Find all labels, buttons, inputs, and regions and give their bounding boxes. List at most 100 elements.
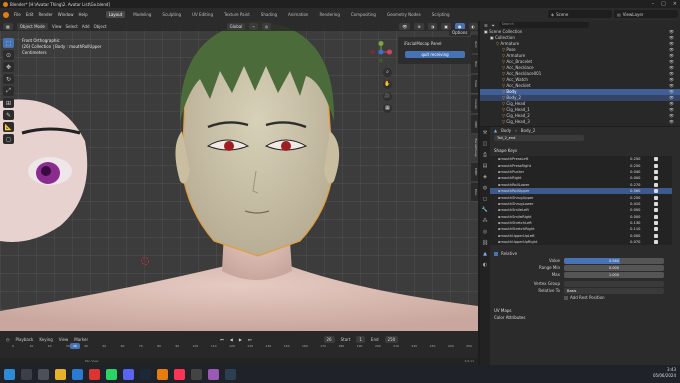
shape-keys-header[interactable]: Shape Keys — [494, 148, 517, 153]
shape-key-value[interactable]: 0.250 — [610, 196, 640, 200]
gizmo-toggle-icon[interactable]: ⊕ — [414, 22, 424, 30]
gizmo-y-axis[interactable] — [378, 41, 384, 46]
scene-tab-icon[interactable]: ◈ — [483, 174, 487, 180]
app-icon[interactable] — [225, 368, 236, 380]
shape-key-value[interactable]: 0.040 — [610, 170, 640, 174]
shape-key-value[interactable]: 0.000 — [610, 234, 640, 238]
tab-texture-paint[interactable]: Texture Paint — [221, 11, 253, 18]
physics-tab-icon[interactable]: ◎ — [483, 229, 487, 235]
jump-end-icon[interactable]: ⏭ — [248, 337, 252, 342]
tab-layout[interactable]: Layout — [105, 11, 126, 18]
premiere-icon[interactable] — [208, 368, 219, 380]
shape-key-value[interactable]: 0.270 — [610, 183, 640, 187]
system-tray[interactable]: 3:43 05/06/2024 — [653, 367, 676, 379]
data-tab-icon[interactable]: ▲ — [483, 251, 487, 257]
file-explorer-icon[interactable] — [55, 368, 66, 380]
object-menu[interactable]: Object — [94, 24, 107, 29]
tab-misc[interactable]: Misc — [471, 183, 478, 201]
navigation-gizmo[interactable] — [370, 41, 392, 63]
shape-key-value[interactable]: 0.130 — [610, 221, 640, 225]
transform-orientation[interactable]: Global — [226, 22, 246, 30]
start-menu-icon[interactable] — [4, 368, 15, 380]
browser-icon[interactable] — [72, 368, 83, 380]
menu-file[interactable]: File — [14, 12, 21, 17]
tab-mmd[interactable]: MMD — [471, 163, 478, 181]
add-cube-icon[interactable]: ◻ — [3, 134, 14, 144]
add-menu[interactable]: Add — [82, 24, 90, 29]
shape-key-mute-checkbox[interactable] — [654, 169, 659, 174]
play-icon[interactable]: ▶ — [239, 337, 242, 342]
annotate-icon[interactable]: ✎ — [3, 110, 14, 120]
tool-tab-icon[interactable]: ⚒ — [483, 130, 487, 136]
view-layer-selector[interactable]: ▤ ViewLayer — [614, 10, 678, 18]
outliner-row[interactable]: ▽ Cig_Head_3 👁 — [480, 119, 680, 125]
shape-key-row[interactable]: ▪ mouthUpperUpRight 0.070 — [480, 239, 672, 245]
visibility-icon[interactable]: 👁 — [399, 22, 411, 30]
world-tab-icon[interactable]: ◍ — [483, 185, 487, 191]
shape-key-mute-checkbox[interactable] — [654, 233, 659, 238]
range-min-field[interactable]: 0.000 — [564, 264, 664, 271]
max-field[interactable]: 1.000 — [564, 271, 664, 278]
shape-key-value[interactable]: 0.250 — [610, 157, 640, 161]
tab-ifacialmocap[interactable]: iFacialMocap — [471, 135, 478, 161]
playhead[interactable]: 26 — [70, 343, 80, 349]
mesh-data-name-field[interactable]: Tail_2_end — [494, 134, 584, 141]
steam-icon[interactable] — [140, 368, 151, 380]
shape-key-value[interactable]: 0.000 — [610, 176, 640, 180]
shape-key-mute-checkbox[interactable] — [654, 214, 659, 219]
search-icon[interactable] — [21, 368, 32, 380]
filter-icon[interactable]: ⏷ — [492, 23, 495, 28]
uv-maps-header[interactable]: UV Maps — [494, 308, 511, 313]
constraint-tab-icon[interactable]: ⛓ — [482, 240, 488, 246]
outliner-editor-icon[interactable]: ☰ — [484, 23, 488, 28]
select-menu[interactable]: Select — [65, 24, 77, 29]
app-icon[interactable] — [191, 368, 202, 380]
keying-menu[interactable]: Keying — [39, 337, 52, 342]
shape-key-value[interactable]: 0.000 — [610, 208, 640, 212]
mode-selector[interactable]: Object Mode — [16, 22, 48, 30]
start-frame-field[interactable]: 1 — [356, 336, 365, 343]
discord-icon[interactable] — [123, 368, 134, 380]
snap-icon[interactable]: ⌁ — [249, 22, 258, 30]
end-frame-field[interactable]: 250 — [384, 336, 399, 343]
timeline-editor-icon[interactable]: ◷ — [6, 337, 10, 342]
render-tab-icon[interactable]: ◫ — [483, 141, 488, 147]
tab-modeling[interactable]: Modeling — [130, 11, 154, 18]
cursor-icon[interactable]: ⊙ — [3, 50, 14, 60]
shape-key-mute-checkbox[interactable] — [654, 189, 659, 194]
shape-key-mute-checkbox[interactable] — [654, 240, 659, 245]
scale-icon[interactable]: ⤢ — [3, 86, 14, 96]
menu-edit[interactable]: Edit — [26, 12, 34, 17]
shape-key-mute-checkbox[interactable] — [654, 163, 659, 168]
modifier-tab-icon[interactable]: 🔧 — [482, 207, 488, 213]
material-tab-icon[interactable]: ◐ — [483, 262, 487, 268]
vertex-group-field[interactable] — [564, 280, 664, 287]
blender-menu-icon[interactable] — [3, 11, 9, 18]
tab-uv-editing[interactable]: UV Editing — [189, 11, 216, 18]
shape-key-value[interactable]: 0.070 — [610, 240, 640, 244]
particles-tab-icon[interactable]: ⁂ — [483, 218, 488, 224]
visibility-icon[interactable]: 👁 — [669, 119, 674, 125]
shape-key-mute-checkbox[interactable] — [654, 157, 659, 162]
app-icon[interactable] — [174, 368, 185, 380]
proportional-edit-icon[interactable]: ◎ — [261, 22, 272, 30]
relative-checkbox[interactable] — [494, 251, 498, 256]
shape-key-mute-checkbox[interactable] — [654, 227, 659, 232]
pan-hand-icon[interactable]: ✋ — [383, 80, 392, 89]
rotate-icon[interactable]: ↻ — [3, 74, 14, 84]
shape-key-value[interactable]: 0.410 — [610, 202, 640, 206]
gizmo-neg-y-axis[interactable] — [379, 58, 383, 63]
scene-selector[interactable]: ◈ Scene — [548, 10, 612, 18]
shape-key-mute-checkbox[interactable] — [654, 195, 659, 200]
output-tab-icon[interactable]: ⎙ — [483, 152, 487, 158]
camera-icon[interactable]: 🎥 — [383, 92, 392, 101]
color-attributes-header[interactable]: Color Attributes — [494, 315, 525, 320]
tab-item[interactable]: Item — [471, 35, 478, 53]
shape-key-mute-checkbox[interactable] — [654, 221, 659, 226]
task-view-icon[interactable] — [38, 368, 49, 380]
tab-animation[interactable]: Animation — [285, 11, 311, 18]
zoom-icon[interactable]: ⌕ — [383, 68, 392, 77]
tab-rendering[interactable]: Rendering — [316, 11, 342, 18]
gizmo-neg-x-axis[interactable] — [370, 50, 375, 54]
move-icon[interactable]: ✥ — [3, 62, 14, 72]
